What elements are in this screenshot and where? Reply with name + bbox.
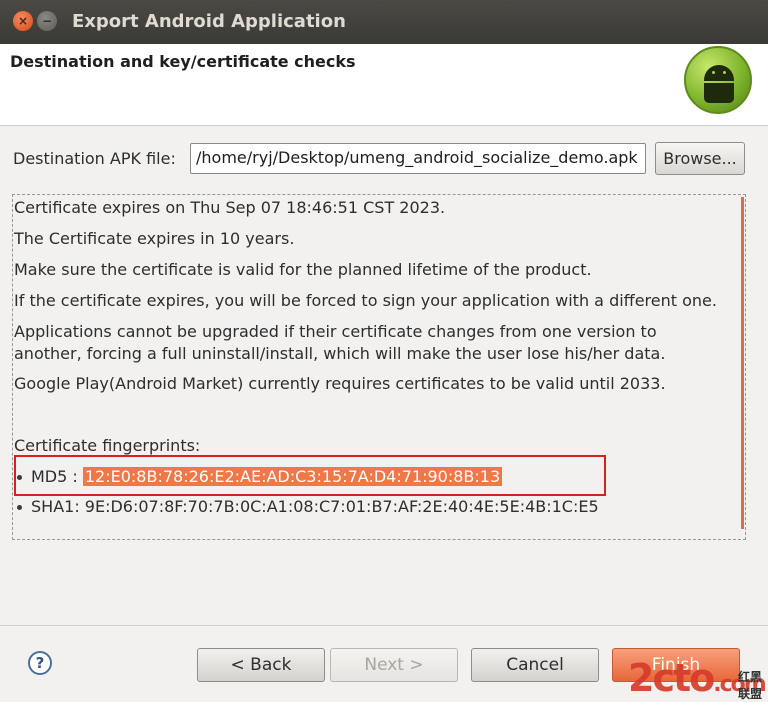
fingerprints-title: Certificate fingerprints: [14, 436, 201, 455]
info-line: Certificate expires on Thu Sep 07 18:46:… [14, 198, 446, 217]
window-title: Export Android Application [72, 11, 346, 32]
sha1-value: 9E:D6:07:8F:70:7B:0C:A1:08:C7:01:B7:AF:2… [84, 497, 599, 516]
watermark-cn: 红黑联盟 [738, 670, 763, 701]
cancel-button[interactable]: Cancel [471, 648, 599, 682]
info-line: Google Play(Android Market) currently re… [14, 374, 666, 393]
watermark-logo: 2cto.com 红黑联盟 [628, 656, 767, 701]
info-line: If the certificate expires, you will be … [14, 291, 717, 310]
divider [0, 625, 768, 626]
info-line: another, forcing a full uninstall/instal… [14, 344, 666, 363]
watermark-brand: 2cto [628, 656, 715, 700]
sha1-row: SHA1: 9E:D6:07:8F:70:7B:0C:A1:08:C7:01:B… [31, 496, 599, 518]
info-line: The Certificate expires in 10 years. [14, 229, 295, 248]
next-button: Next > [330, 648, 458, 682]
title-bar: × − Export Android Application [0, 0, 768, 44]
help-icon[interactable]: ? [28, 651, 52, 675]
sha1-label: SHA1: [31, 497, 85, 516]
export-dialog: × − Export Android Application Destinati… [0, 0, 768, 702]
bullet-icon [17, 505, 22, 510]
destination-label: Destination APK file: [13, 149, 176, 168]
header-banner: Destination and key/certificate checks [0, 44, 768, 126]
info-line: Make sure the certificate is valid for t… [14, 260, 592, 279]
minimize-icon[interactable]: − [37, 11, 57, 31]
browse-button[interactable]: Browse... [655, 142, 745, 175]
panel-scroll-indicator [741, 197, 744, 529]
destination-apk-input[interactable]: /home/ryj/Desktop/umeng_android_socializ… [190, 143, 646, 174]
close-icon[interactable]: × [13, 11, 33, 31]
back-button[interactable]: < Back [197, 648, 325, 682]
info-line: Applications cannot be upgraded if their… [14, 322, 657, 341]
page-heading: Destination and key/certificate checks [10, 52, 356, 71]
md5-highlight-annotation [14, 455, 606, 496]
android-logo-icon [684, 46, 752, 114]
